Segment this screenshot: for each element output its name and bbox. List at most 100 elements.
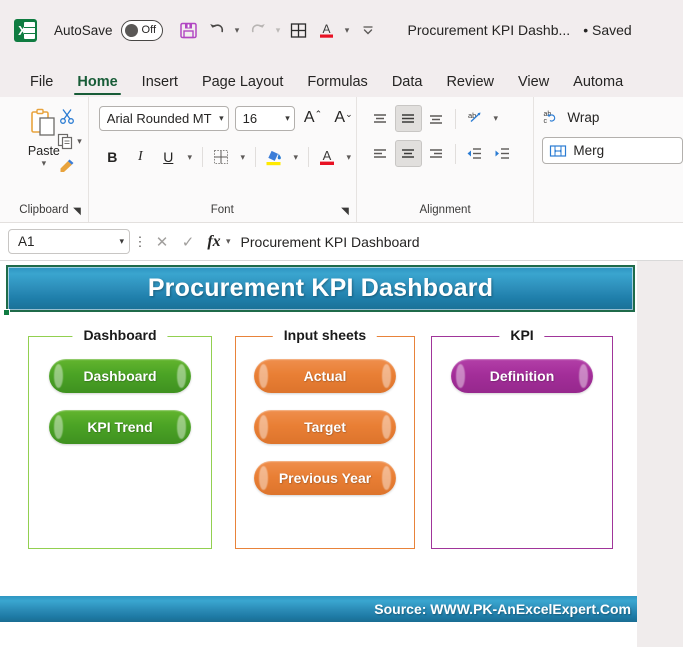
tab-formulas[interactable]: Formulas bbox=[295, 74, 379, 97]
divider bbox=[454, 108, 456, 129]
nav-button-kpi-trend[interactable]: KPI Trend bbox=[49, 410, 191, 444]
save-status: • Saved bbox=[583, 22, 632, 38]
save-icon[interactable] bbox=[175, 16, 203, 44]
tab-home[interactable]: Home bbox=[65, 74, 129, 97]
svg-text:A: A bbox=[323, 22, 331, 36]
svg-text:ab: ab bbox=[468, 111, 476, 120]
insert-function-icon[interactable]: fx bbox=[202, 230, 226, 254]
tab-insert[interactable]: Insert bbox=[130, 74, 190, 97]
merge-cells-icon bbox=[550, 144, 567, 157]
undo-icon[interactable] bbox=[203, 16, 231, 44]
align-right-button[interactable] bbox=[423, 140, 450, 167]
decrease-font-size-button[interactable]: A ⌄ bbox=[331, 105, 356, 131]
autosave-toggle[interactable]: Off bbox=[120, 19, 163, 41]
align-left-button[interactable] bbox=[367, 140, 394, 167]
name-box[interactable]: A1 ▾ bbox=[8, 229, 130, 254]
svg-text:A: A bbox=[323, 148, 332, 163]
nav-button-kpi-trend-label: KPI Trend bbox=[87, 419, 153, 435]
nav-button-definition-label: Definition bbox=[489, 368, 555, 384]
nav-button-previous-year[interactable]: Previous Year bbox=[254, 461, 396, 495]
italic-button[interactable]: I bbox=[127, 144, 154, 171]
cell-selection-handle[interactable] bbox=[3, 309, 10, 316]
font-group-label: Font bbox=[210, 204, 234, 216]
font-size-chevron-down-icon[interactable]: ▾ bbox=[285, 113, 290, 124]
underline-chevron-down-icon[interactable]: ▾ bbox=[183, 152, 197, 163]
tab-review[interactable]: Review bbox=[434, 74, 506, 97]
font-name-input[interactable]: Arial Rounded MT ▾ bbox=[98, 105, 229, 131]
decrease-indent-icon[interactable] bbox=[461, 140, 488, 167]
increase-font-size-button[interactable]: A ⌃ bbox=[301, 105, 326, 131]
undo-dropdown-chevron-icon[interactable]: ▾ bbox=[231, 16, 244, 44]
align-middle-button[interactable] bbox=[394, 105, 422, 132]
borders-button[interactable] bbox=[208, 144, 235, 171]
panel-kpi-buttons: Definition bbox=[432, 359, 612, 393]
cut-button[interactable] bbox=[56, 105, 78, 127]
fill-color-chevron-down-icon[interactable]: ▾ bbox=[289, 152, 303, 163]
tab-page-layout[interactable]: Page Layout bbox=[190, 74, 295, 97]
format-painter-button[interactable] bbox=[56, 155, 78, 177]
increase-indent-icon[interactable] bbox=[489, 140, 516, 167]
decrease-font-size-label: A bbox=[334, 109, 346, 126]
copy-button[interactable]: ▾ bbox=[56, 130, 82, 152]
tab-file[interactable]: File bbox=[18, 74, 65, 97]
tab-automate[interactable]: Automa bbox=[561, 74, 635, 97]
source-footer-bar: Source: WWW.PK-AnExcelExpert.Com bbox=[0, 596, 637, 622]
align-top-button[interactable] bbox=[367, 105, 394, 132]
underline-button[interactable]: U bbox=[155, 144, 182, 171]
wrap-text-button[interactable]: ab c Wrap bbox=[542, 103, 683, 132]
enter-icon[interactable]: ✓ bbox=[176, 230, 200, 254]
nav-button-dashboard[interactable]: Dashboard bbox=[49, 359, 191, 393]
nav-button-actual-label: Actual bbox=[303, 368, 347, 384]
svg-text:c: c bbox=[544, 118, 548, 125]
merge-and-center-button[interactable]: Merg bbox=[542, 137, 683, 164]
copy-dropdown-chevron-icon[interactable]: ▾ bbox=[77, 136, 82, 147]
document-title[interactable]: Procurement KPI Dashb... bbox=[408, 22, 571, 38]
formula-bar-actions: ✕ ✓ fx ▾ bbox=[150, 230, 231, 254]
nav-button-actual[interactable]: Actual bbox=[254, 359, 396, 393]
bold-button[interactable]: B bbox=[99, 144, 126, 171]
font-color-dropdown-chevron-icon[interactable]: ▾ bbox=[341, 16, 354, 44]
name-box-value: A1 bbox=[18, 234, 35, 249]
fill-color-button[interactable] bbox=[261, 144, 288, 171]
paste-dropdown-chevron-icon[interactable]: ▾ bbox=[42, 158, 47, 168]
tab-view[interactable]: View bbox=[506, 74, 561, 97]
panel-dashboard-label: Dashboard bbox=[72, 327, 168, 343]
ribbon-tab-strip: File Home Insert Page Layout Formulas Da… bbox=[0, 60, 683, 97]
nav-button-dashboard-label: Dashboard bbox=[83, 368, 157, 384]
redo-dropdown-chevron-icon[interactable]: ▾ bbox=[272, 16, 285, 44]
excel-logo-icon bbox=[14, 18, 37, 42]
nav-button-definition[interactable]: Definition bbox=[451, 359, 593, 393]
formula-bar-more-icon[interactable]: ⋮ bbox=[130, 234, 150, 250]
orientation-chevron-down-icon[interactable]: ▾ bbox=[489, 113, 503, 124]
panel-input-sheets: Input sheets Actual Target Previous Year bbox=[235, 327, 415, 549]
text-orientation-icon[interactable]: ab bbox=[461, 105, 488, 132]
font-name-chevron-down-icon[interactable]: ▾ bbox=[219, 113, 224, 124]
name-box-chevron-down-icon[interactable]: ▾ bbox=[119, 236, 124, 247]
redo-icon[interactable] bbox=[244, 16, 272, 44]
font-dialog-launcher-icon[interactable]: ◥ bbox=[341, 206, 349, 217]
dashboard-title-banner[interactable]: Procurement KPI Dashboard bbox=[6, 265, 635, 312]
customize-quick-access-toolbar-icon[interactable] bbox=[354, 16, 382, 44]
dashboard-title-text: Procurement KPI Dashboard bbox=[147, 274, 494, 302]
formula-bar-chevron-down-icon[interactable]: ▾ bbox=[226, 236, 231, 247]
divider bbox=[201, 147, 203, 167]
font-color-button[interactable]: A bbox=[314, 144, 341, 171]
font-color-chevron-down-icon[interactable]: ▾ bbox=[342, 152, 356, 163]
align-bottom-button[interactable] bbox=[423, 105, 450, 132]
cancel-icon[interactable]: ✕ bbox=[150, 230, 174, 254]
quick-access-toolbar: AutoSave Off ▾ ▾ bbox=[0, 0, 683, 60]
clipboard-dialog-launcher-icon[interactable]: ◥ bbox=[73, 206, 81, 217]
align-center-button[interactable] bbox=[394, 140, 422, 167]
font-color-icon[interactable]: A bbox=[313, 16, 341, 44]
table-borders-icon[interactable] bbox=[285, 16, 313, 44]
nav-button-target[interactable]: Target bbox=[254, 410, 396, 444]
formula-bar: A1 ▾ ⋮ ✕ ✓ fx ▾ Procurement KPI Dashboar… bbox=[0, 223, 683, 261]
tab-data[interactable]: Data bbox=[380, 74, 435, 97]
quick-access-buttons: ▾ ▾ A ▾ bbox=[175, 16, 382, 44]
font-size-input[interactable]: 16 ▾ bbox=[234, 105, 295, 131]
borders-chevron-down-icon[interactable]: ▾ bbox=[236, 152, 250, 163]
wrap-text-icon: ab c bbox=[544, 111, 556, 125]
navigation-panels: Dashboard Dashboard KPI Trend Input shee… bbox=[0, 318, 637, 568]
panel-kpi: KPI Definition bbox=[431, 327, 613, 549]
formula-input[interactable]: Procurement KPI Dashboard bbox=[241, 229, 683, 255]
